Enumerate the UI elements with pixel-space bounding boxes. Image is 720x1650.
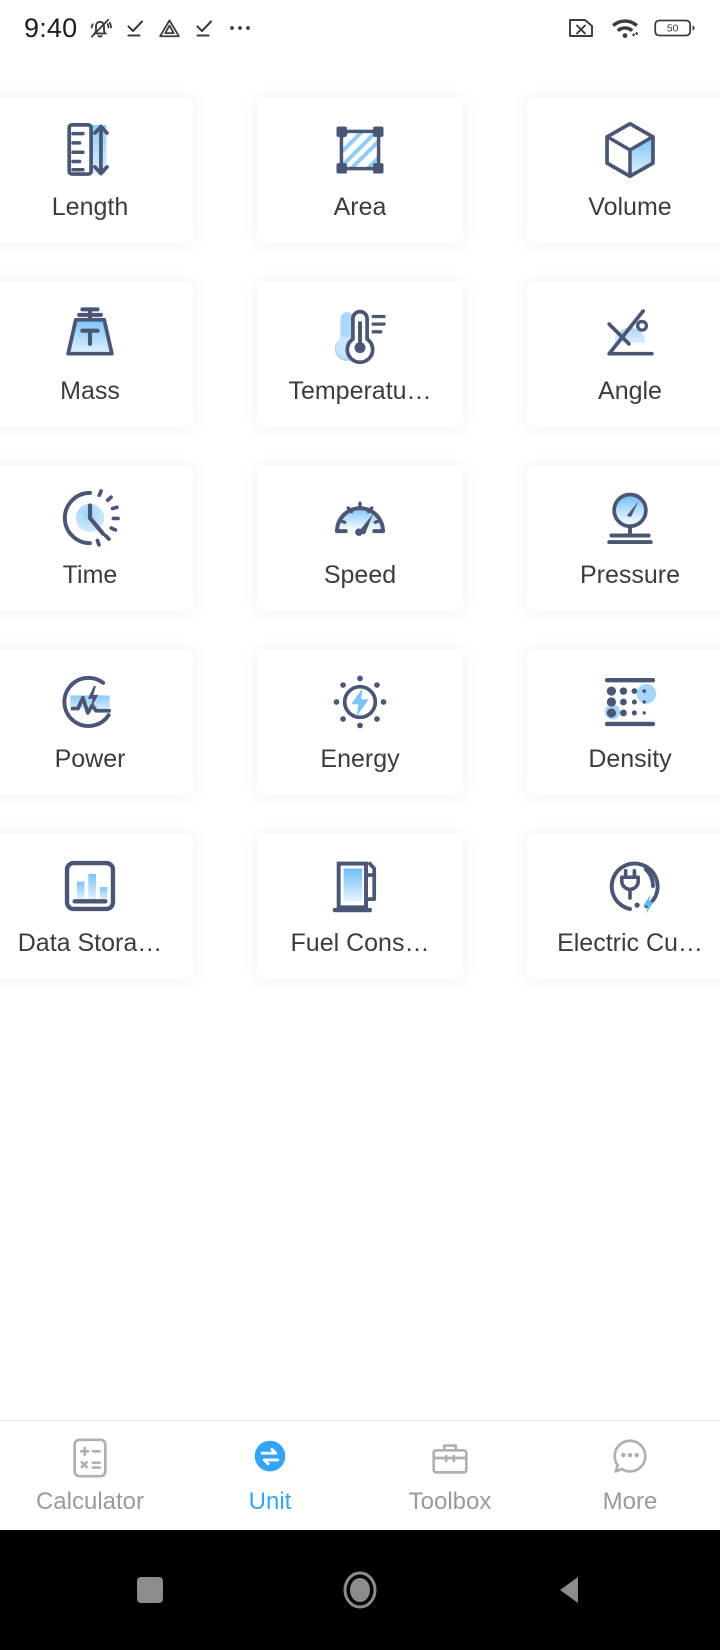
- cube-icon: [605, 121, 655, 179]
- bottom-navigation: Calculator Unit Toolbox More: [0, 1420, 720, 1530]
- data-storage-chart-icon: [64, 860, 116, 912]
- tile-volume[interactable]: Volume: [527, 98, 720, 243]
- tile-label: Temperatu…: [288, 377, 432, 405]
- home-circle-icon[interactable]: [338, 1568, 382, 1612]
- tile-label: Electric Cu…: [557, 929, 703, 957]
- unit-category-grid: Length Area Volume Mass Temperatu… Angle…: [0, 98, 720, 979]
- triangle-alert-icon: [159, 18, 181, 37]
- nav-item-toolbox[interactable]: Toolbox: [360, 1421, 540, 1530]
- tile-label: Angle: [598, 377, 662, 405]
- nav-item-calculator[interactable]: Calculator: [0, 1421, 180, 1530]
- tile-label: Length: [51, 193, 129, 221]
- clock-dashed-icon: [62, 489, 120, 547]
- square-hatched-icon: [336, 126, 384, 174]
- weight-icon: [66, 307, 114, 356]
- tile-label: Data Stora…: [17, 929, 163, 957]
- tile-length[interactable]: Length: [0, 98, 193, 243]
- power-wave-icon: [62, 675, 111, 728]
- speedometer-icon: [335, 501, 385, 536]
- tile-energy[interactable]: Energy: [257, 650, 463, 795]
- tile-label: Mass: [60, 377, 120, 405]
- back-triangle-icon[interactable]: [552, 1572, 588, 1608]
- nav-label: More: [602, 1488, 658, 1515]
- tile-label: Volume: [588, 193, 672, 221]
- nav-item-unit[interactable]: Unit: [180, 1421, 360, 1530]
- tile-label: Area: [333, 193, 387, 221]
- android-system-navigation-bar: [0, 1530, 720, 1650]
- briefcase-icon: [432, 1444, 468, 1474]
- nav-item-more[interactable]: More: [540, 1421, 720, 1530]
- tile-speed[interactable]: Speed: [257, 466, 463, 611]
- tile-area[interactable]: Area: [257, 98, 463, 243]
- fuel-pump-icon: [332, 861, 377, 913]
- status-bar-left: 9:40: [24, 13, 254, 44]
- tile-label: Fuel Cons…: [290, 929, 430, 957]
- tile-pressure[interactable]: Pressure: [527, 466, 720, 611]
- tile-label: Speed: [323, 561, 397, 589]
- status-bar: 9:40 50: [0, 0, 720, 56]
- electric-plug-icon: [609, 861, 660, 914]
- nav-label: Calculator: [35, 1488, 145, 1515]
- unit-convert-icon: [254, 1440, 286, 1472]
- tile-time[interactable]: Time: [0, 466, 193, 611]
- tile-power[interactable]: Power: [0, 650, 193, 795]
- status-bar-right: 50: [566, 15, 696, 41]
- tile-electric-current[interactable]: Electric Cu…: [527, 834, 720, 979]
- tile-label: Power: [54, 745, 126, 773]
- tile-mass[interactable]: Mass: [0, 282, 193, 427]
- energy-sun-bolt-icon: [333, 675, 387, 729]
- nav-label: Toolbox: [408, 1488, 492, 1515]
- recents-square-icon[interactable]: [132, 1572, 168, 1608]
- no-sim-icon: [569, 19, 593, 37]
- tile-density[interactable]: Density: [527, 650, 720, 795]
- tile-label: Energy: [320, 745, 400, 773]
- angle-protractor-icon: [607, 309, 654, 356]
- tile-temperature[interactable]: Temperatu…: [257, 282, 463, 427]
- battery-icon: 50: [654, 19, 695, 37]
- tile-label: Time: [62, 561, 118, 589]
- density-dots-icon: [604, 677, 657, 727]
- nav-label: Unit: [248, 1488, 292, 1515]
- thermometer-icon: [334, 309, 386, 365]
- download-check-icon: [127, 20, 144, 37]
- status-bar-clock: 9:40: [24, 12, 78, 43]
- app-screen: 9:40 50 Length Area Volume Mass Temperat…: [0, 0, 720, 1650]
- battery-level-text: 50: [667, 23, 679, 35]
- tile-fuel-consumption[interactable]: Fuel Cons…: [257, 834, 463, 979]
- mute-bell-icon: [91, 18, 113, 38]
- ruler-arrow-icon: [67, 122, 109, 176]
- more-dots-icon: [230, 26, 251, 30]
- calculator-icon: [73, 1438, 107, 1478]
- more-dots-bubble-icon: [613, 1439, 647, 1473]
- tile-angle[interactable]: Angle: [527, 282, 720, 427]
- pressure-gauge-icon: [607, 492, 653, 545]
- wifi-icon: [612, 19, 639, 38]
- tile-data-storage[interactable]: Data Stora…: [0, 834, 193, 979]
- tile-label: Density: [588, 745, 672, 773]
- download-check-icon: [196, 20, 213, 37]
- tile-label: Pressure: [579, 561, 681, 589]
